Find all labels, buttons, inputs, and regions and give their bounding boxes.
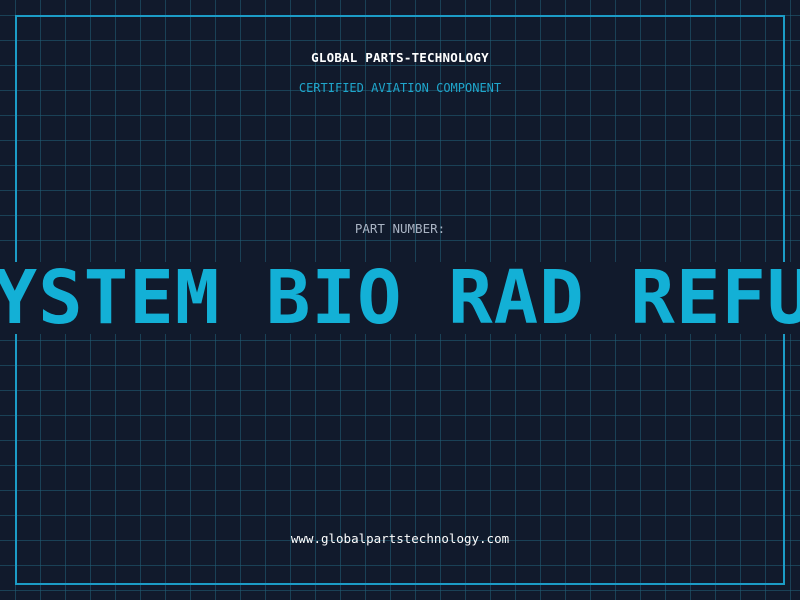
brand-name: GLOBAL PARTS-TECHNOLOGY xyxy=(311,50,489,65)
part-number-band: SYSTEM BIO RAD REFU xyxy=(0,262,800,334)
part-number-value: SYSTEM BIO RAD REFU xyxy=(0,262,800,334)
website-url: www.globalpartstechnology.com xyxy=(290,531,510,546)
certification-subtitle: CERTIFIED AVIATION COMPONENT xyxy=(298,81,502,95)
certificate-card: GLOBAL PARTS-TECHNOLOGY CERTIFIED AVIATI… xyxy=(0,0,800,600)
part-number-label: PART NUMBER: xyxy=(354,221,446,236)
